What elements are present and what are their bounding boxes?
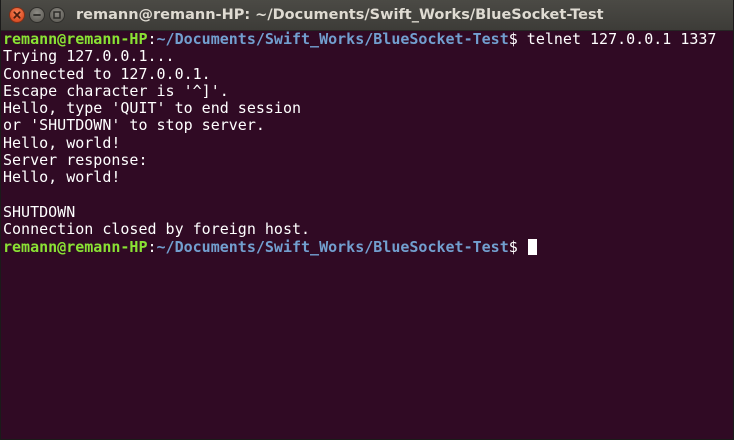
prompt-line: remann@remann-HP:~/Documents/Swift_Works… [3,31,733,48]
minimize-icon [33,14,41,16]
text-cursor [527,238,537,255]
output-line: Server response: [3,151,148,170]
prompt-path: ~/Documents/Swift_Works/BlueSocket-Test [156,31,509,48]
output-line: Hello, world! [3,133,121,152]
prompt-user-host: remann@remann-HP [3,237,148,256]
prompt-colon: : [147,237,157,256]
close-button[interactable] [9,7,25,23]
output-line: Hello, type 'QUIT' to end session [3,99,302,118]
terminal-area[interactable]: remann@remann-HP:~/Documents/Swift_Works… [1,31,733,439]
output-line: SHUTDOWN [3,202,76,221]
prompt-symbol: $ [508,237,527,256]
maximize-button[interactable] [49,7,65,23]
minimize-button[interactable] [29,7,45,23]
close-icon [13,11,21,19]
output-line: Trying 127.0.0.1... [3,47,175,66]
output-line: Escape character is '^]'. [3,81,229,100]
prompt-line: remann@remann-HP:~/Documents/Swift_Works… [3,237,733,256]
output-line: Connected to 127.0.0.1. [3,64,211,83]
maximize-icon [53,11,61,19]
command-text: telnet 127.0.0.1 1337 [526,31,717,48]
output-line: Connection closed by foreign host. [3,220,311,239]
output-line: or 'SHUTDOWN' to stop server. [3,116,265,135]
window-title: remann@remann-HP: ~/Documents/Swift_Work… [76,7,604,23]
title-bar[interactable]: remann@remann-HP: ~/Documents/Swift_Work… [1,0,733,31]
prompt-user-host: remann@remann-HP [3,31,148,48]
prompt-path: ~/Documents/Swift_Works/BlueSocket-Test [156,237,509,256]
output-line: Hello, world! [3,168,121,187]
terminal-window: remann@remann-HP: ~/Documents/Swift_Work… [0,0,734,440]
prompt-symbol: $ [508,31,527,48]
prompt-colon: : [147,31,157,48]
